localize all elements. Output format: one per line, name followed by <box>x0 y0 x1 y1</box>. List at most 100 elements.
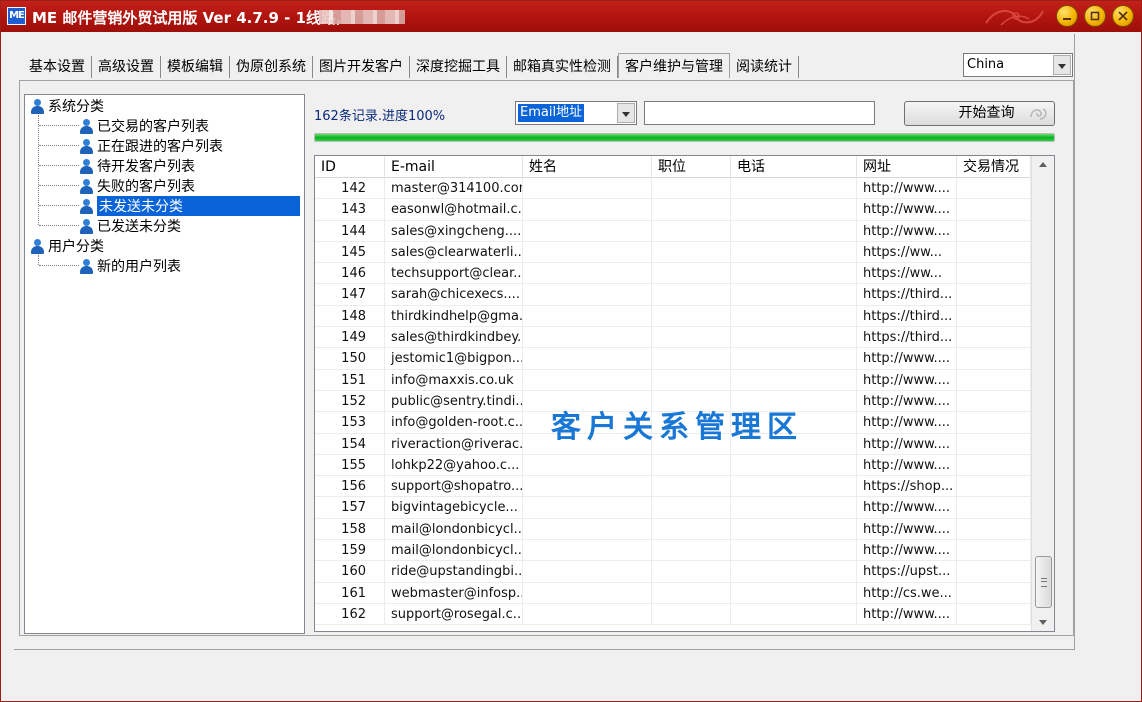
user-group-icon <box>30 238 45 254</box>
column-header-position[interactable]: 职位 <box>652 156 731 178</box>
table-row[interactable]: 162 support@rosegal.c... http://www.... <box>315 603 1031 626</box>
cell-id: 148 <box>315 305 385 327</box>
tab-advanced-settings[interactable]: 高级设置 <box>92 56 161 78</box>
cell-position <box>652 476 731 498</box>
country-select[interactable]: China <box>963 53 1073 77</box>
cell-website: https://ww... <box>857 263 957 285</box>
chevron-down-icon[interactable] <box>1053 55 1071 75</box>
tree-group-label: 系统分类 <box>48 99 104 115</box>
table-row[interactable]: 156 support@shopatro... https://shop... <box>315 476 1031 498</box>
table-row[interactable]: 155 lohkp22@yahoo.c... http://www.... <box>315 454 1031 477</box>
table-row[interactable]: 143 easonwl@hotmail.c... http://www.... <box>315 199 1031 221</box>
user-icon <box>79 258 94 274</box>
scroll-down-icon[interactable] <box>1032 613 1054 631</box>
vertical-scrollbar[interactable] <box>1031 156 1054 631</box>
cell-position <box>652 369 731 391</box>
table-row[interactable]: 157 bigvintagebicycle... http://www.... <box>315 497 1031 519</box>
cell-website: https://third... <box>857 327 957 349</box>
category-tree[interactable]: 系统分类 已交易的客户列表 正在跟进的客户列表 待开发客户列表 失败的客户列表 <box>24 94 305 634</box>
table-row[interactable]: 150 jestomic1@bigpon... http://www.... <box>315 348 1031 370</box>
tab-email-verification[interactable]: 邮箱真实性检测 <box>507 56 618 78</box>
cell-name <box>523 476 652 498</box>
table-row[interactable]: 149 sales@thirdkindbey... https://third... <box>315 327 1031 349</box>
table-row[interactable]: 142 master@314100.com http://www.... <box>315 178 1031 200</box>
customer-table[interactable]: ID E-mail 姓名 职位 电话 网址 交易情况 142 master@314… <box>314 155 1055 632</box>
column-header-id[interactable]: ID <box>315 156 385 178</box>
tree-item-following-customers[interactable]: 正在跟进的客户列表 <box>79 136 223 156</box>
cell-website: http://www.... <box>857 369 957 391</box>
cell-website: https://third... <box>857 305 957 327</box>
cell-id: 150 <box>315 348 385 370</box>
minimize-icon <box>1063 18 1071 20</box>
cell-email: lohkp22@yahoo.c... <box>385 454 523 476</box>
cell-id: 146 <box>315 263 385 285</box>
column-header-phone[interactable]: 电话 <box>731 156 857 178</box>
table-row[interactable]: 159 mail@londonbicycl... http://www.... <box>315 540 1031 562</box>
tree-group-system[interactable]: 系统分类 <box>30 96 104 116</box>
tab-image-customer-dev[interactable]: 图片开发客户 <box>313 56 410 78</box>
cell-position <box>652 199 731 221</box>
cell-deal-status <box>957 497 1031 519</box>
tree-item-sent-unclassified[interactable]: 已发送未分类 <box>79 216 181 236</box>
cell-id: 143 <box>315 199 385 221</box>
minimize-button[interactable] <box>1056 5 1078 27</box>
tree-item-label: 待开发客户列表 <box>97 159 195 175</box>
chevron-down-icon[interactable] <box>617 103 635 123</box>
scroll-up-icon[interactable] <box>1032 156 1054 174</box>
tab-basic-settings[interactable]: 基本设置 <box>23 56 92 78</box>
cell-email: info@golden-root.c... <box>385 412 523 434</box>
cell-id: 159 <box>315 540 385 562</box>
cell-website: http://www.... <box>857 199 957 221</box>
title-bar[interactable]: ME ME 邮件营销外贸试用版 Ver 4.7.9 - 1线路, <box>1 1 1141 32</box>
cell-id: 149 <box>315 327 385 349</box>
scroll-thumb[interactable] <box>1035 556 1052 608</box>
tab-read-statistics[interactable]: 阅读统计 <box>730 56 799 78</box>
tree-group-user[interactable]: 用户分类 <box>30 236 104 256</box>
table-row[interactable]: 151 info@maxxis.co.uk http://www.... <box>315 369 1031 391</box>
user-icon <box>79 118 94 134</box>
table-row[interactable]: 148 thirdkindhelp@gma... https://third... <box>315 305 1031 328</box>
cell-position <box>652 178 731 199</box>
tab-deep-mining[interactable]: 深度挖掘工具 <box>410 56 507 78</box>
cell-website: http://www.... <box>857 603 957 625</box>
column-header-email[interactable]: E-mail <box>385 156 523 178</box>
cell-phone <box>731 476 857 498</box>
maximize-button[interactable] <box>1084 5 1106 27</box>
tree-item-new-users[interactable]: 新的用户列表 <box>79 256 181 276</box>
cell-email: bigvintagebicycle... <box>385 497 523 519</box>
query-field-select[interactable]: Email地址 <box>515 101 637 125</box>
tree-item-traded-customers[interactable]: 已交易的客户列表 <box>79 116 209 136</box>
tree-item-failed-customers[interactable]: 失败的客户列表 <box>79 176 195 196</box>
start-query-button[interactable]: 开始查询 <box>904 101 1055 126</box>
table-row[interactable]: 161 webmaster@infosp... http://cs.we... <box>315 582 1031 604</box>
cell-email: public@sentry.tindi... <box>385 390 523 412</box>
cell-id: 155 <box>315 454 385 476</box>
country-select-value: China <box>967 57 1005 72</box>
table-row[interactable]: 145 sales@clearwaterli... https://ww... <box>315 241 1031 264</box>
table-row[interactable]: 158 mail@londonbicycl... http://www.... <box>315 518 1031 541</box>
cell-email: sarah@chicexecs.... <box>385 284 523 306</box>
cell-id: 160 <box>315 561 385 583</box>
table-row[interactable]: 146 techsupport@clear... https://ww... <box>315 263 1031 285</box>
column-header-name[interactable]: 姓名 <box>523 156 652 178</box>
close-button[interactable] <box>1112 5 1134 27</box>
table-row[interactable]: 147 sarah@chicexecs.... https://third... <box>315 284 1031 306</box>
cell-deal-status <box>957 561 1031 583</box>
cell-email: mail@londonbicycl... <box>385 518 523 540</box>
table-row[interactable]: 160 ride@upstandingbi... https://upst... <box>315 561 1031 583</box>
tab-template-editor[interactable]: 模板编辑 <box>161 56 230 78</box>
cell-email: techsupport@clear... <box>385 263 523 285</box>
column-header-deal-status[interactable]: 交易情况 <box>957 156 1031 178</box>
tab-pseudo-original[interactable]: 伪原创系统 <box>230 56 313 78</box>
cell-phone <box>731 284 857 306</box>
cell-deal-status <box>957 220 1031 242</box>
table-row[interactable]: 144 sales@xingcheng.... http://www.... <box>315 220 1031 242</box>
cell-phone <box>731 241 857 263</box>
query-input[interactable] <box>644 101 875 125</box>
tab-customer-management[interactable]: 客户维护与管理 <box>618 53 730 78</box>
tree-item-prospect-customers[interactable]: 待开发客户列表 <box>79 156 195 176</box>
cell-email: jestomic1@bigpon... <box>385 348 523 370</box>
cell-email: info@maxxis.co.uk <box>385 369 523 391</box>
tree-item-unsent-unclassified[interactable]: 未发送未分类 <box>79 196 300 216</box>
column-header-website[interactable]: 网址 <box>857 156 957 178</box>
